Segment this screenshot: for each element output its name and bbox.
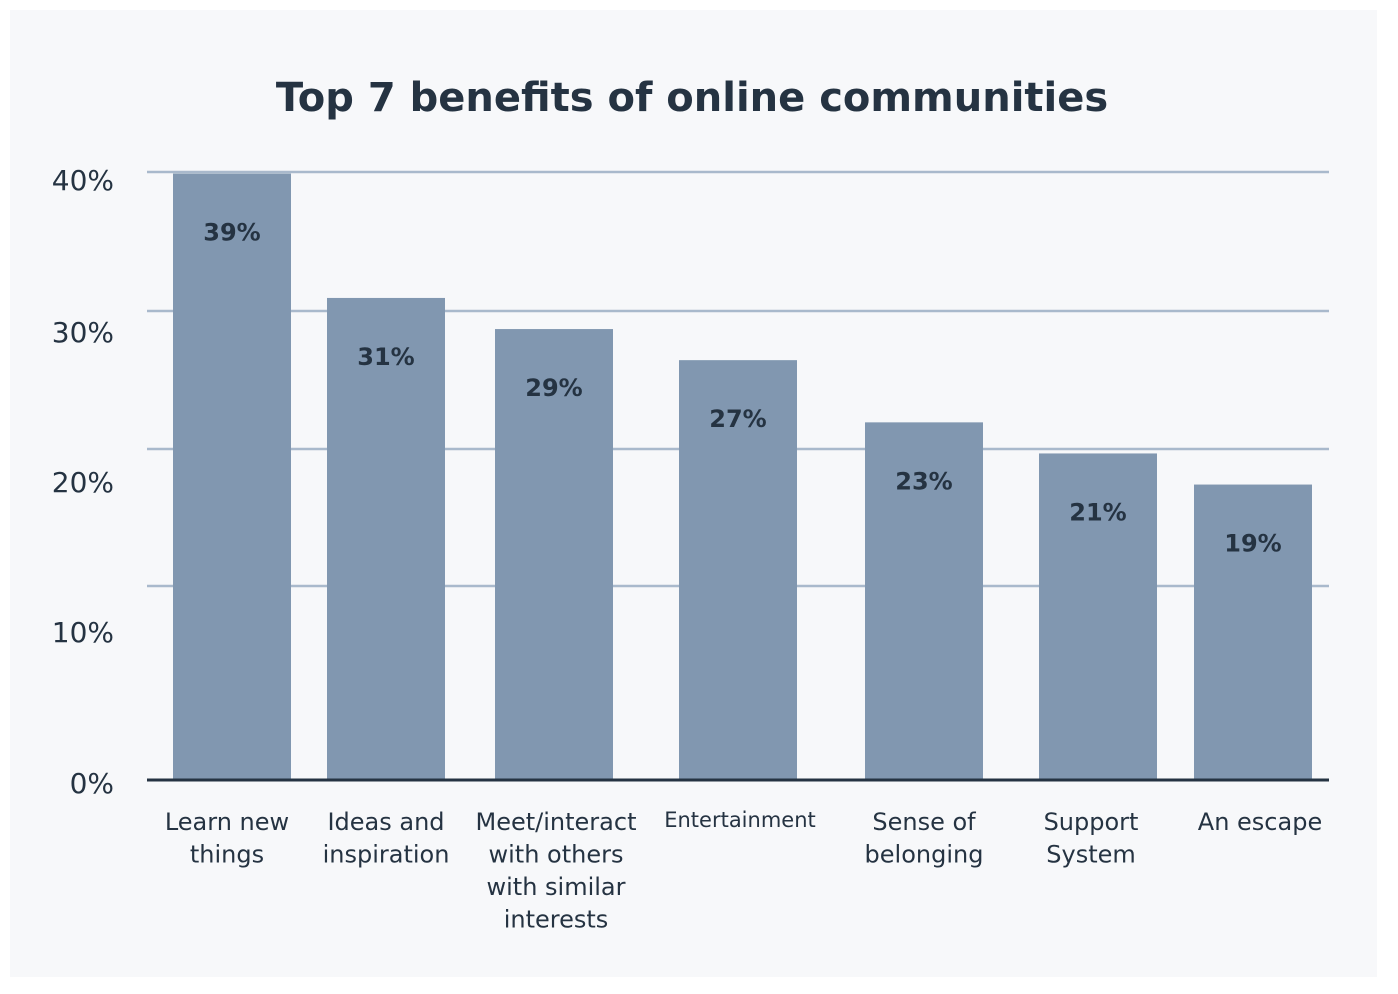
x-category-label: Sense of belonging (865, 808, 984, 869)
y-tick-label: 30% (52, 316, 114, 349)
data-label: 23% (895, 467, 952, 495)
data-label: 29% (525, 374, 582, 402)
x-category-label: Ideas and inspiration (323, 808, 450, 869)
x-axis-categories: Learn new things Ideas and inspiration Meet/… (165, 808, 1322, 934)
x-category-label: Support System (1044, 808, 1139, 869)
y-tick-label: 10% (52, 616, 114, 649)
bars (173, 173, 1312, 781)
y-tick-label: 40% (52, 164, 114, 197)
x-category-label: Meet/interact with others with similar inte… (476, 808, 637, 934)
data-label: 19% (1224, 530, 1281, 558)
y-tick-label: 20% (52, 466, 114, 499)
bar (173, 173, 291, 781)
x-category-label: Learn new things (165, 808, 289, 869)
data-label: 39% (203, 219, 260, 247)
x-category-label: An escape (1198, 808, 1322, 836)
chart-title: Top 7 benefits of online communities (276, 75, 1108, 121)
data-label: 31% (357, 343, 414, 371)
x-category-label: Entertainment (664, 808, 816, 832)
y-axis-ticks: 0% 10% 20% 30% 40% (52, 164, 114, 800)
bar-chart: Top 7 benefits of online communities 0% 1… (52, 75, 1329, 934)
data-label: 21% (1069, 498, 1126, 526)
data-label: 27% (709, 405, 766, 433)
y-tick-label: 0% (70, 767, 114, 800)
